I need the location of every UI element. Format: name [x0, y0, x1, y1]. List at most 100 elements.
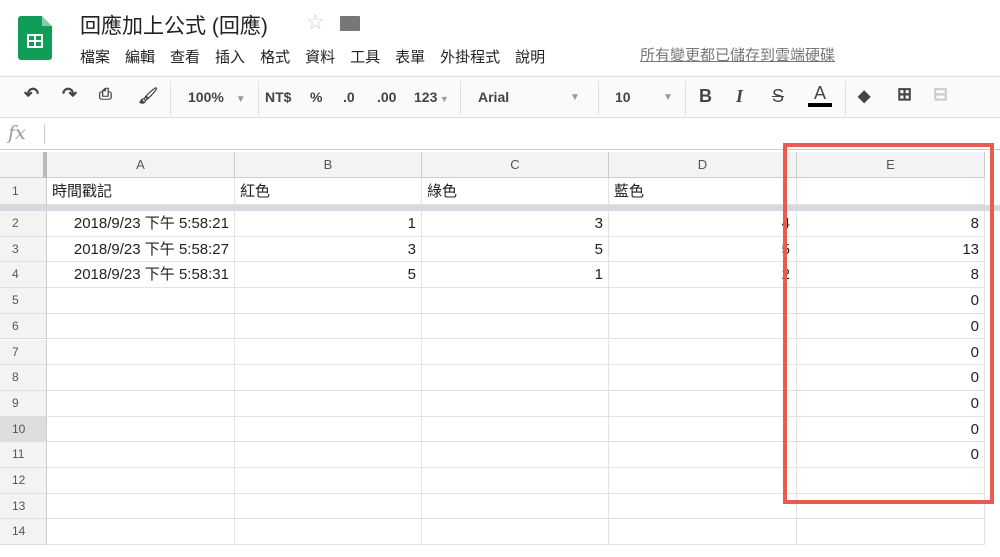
row-header[interactable]: 1	[0, 178, 47, 205]
cell-B5[interactable]	[235, 288, 422, 314]
column-header[interactable]: D	[609, 152, 797, 178]
cell-D7[interactable]	[609, 339, 797, 366]
row-header[interactable]: 3	[0, 236, 47, 263]
star-icon[interactable]: ☆	[306, 10, 325, 35]
menu-item[interactable]: 檔案	[80, 46, 110, 67]
menu-item[interactable]: 格式	[260, 46, 290, 67]
row-header[interactable]: 14	[0, 519, 47, 546]
menu-item[interactable]: 工具	[350, 46, 380, 67]
cell-B14[interactable]	[235, 519, 422, 546]
cell-C2[interactable]: 3	[422, 211, 609, 237]
menu-item[interactable]: 查看	[170, 46, 200, 67]
cell-D11[interactable]	[609, 442, 797, 468]
cell-D13[interactable]	[609, 493, 797, 520]
cell-B10[interactable]	[235, 416, 422, 443]
doc-title[interactable]: 回應加上公式 (回應)	[80, 10, 268, 40]
row-header[interactable]: 13	[0, 493, 47, 520]
cell-B6[interactable]	[235, 313, 422, 340]
menu-item[interactable]: 表單	[395, 46, 425, 67]
cell-C7[interactable]	[422, 339, 609, 366]
cell-C4[interactable]: 1	[422, 262, 609, 289]
redo-icon[interactable]: ↷	[62, 84, 77, 105]
folder-icon[interactable]	[340, 16, 360, 31]
menu-item[interactable]: 外掛程式	[440, 46, 500, 67]
cell-A7[interactable]	[47, 339, 235, 366]
cell-A11[interactable]	[47, 442, 235, 468]
bold-button[interactable]: B	[699, 86, 712, 107]
cell-E14[interactable]	[797, 519, 985, 546]
cell-B2[interactable]: 1	[235, 211, 422, 237]
cell-A6[interactable]	[47, 313, 235, 340]
cell-A5[interactable]	[47, 288, 235, 314]
cell-C5[interactable]	[422, 288, 609, 314]
cell-B1[interactable]: 紅色	[235, 178, 422, 205]
cell-D10[interactable]	[609, 416, 797, 443]
font-size-select[interactable]: 10	[615, 89, 631, 105]
select-all-corner[interactable]	[0, 152, 47, 178]
cell-B12[interactable]	[235, 468, 422, 494]
row-header[interactable]: 4	[0, 262, 47, 289]
cell-D8[interactable]	[609, 365, 797, 391]
cell-D1[interactable]: 藍色	[609, 178, 797, 205]
cell-B3[interactable]: 3	[235, 236, 422, 263]
cell-D6[interactable]	[609, 313, 797, 340]
borders-icon[interactable]: ⊞	[897, 84, 912, 105]
cell-A14[interactable]	[47, 519, 235, 546]
font-dropdown-icon[interactable]: ▼	[570, 92, 580, 103]
row-header[interactable]: 11	[0, 442, 47, 468]
cell-D12[interactable]	[609, 468, 797, 494]
row-header[interactable]: 12	[0, 468, 47, 494]
italic-button[interactable]: I	[736, 86, 743, 107]
cell-B8[interactable]	[235, 365, 422, 391]
merge-cells-icon[interactable]: ⊟	[933, 84, 948, 105]
cell-C10[interactable]	[422, 416, 609, 443]
column-header[interactable]: A	[47, 152, 235, 178]
cell-B7[interactable]	[235, 339, 422, 366]
cell-C11[interactable]	[422, 442, 609, 468]
row-header[interactable]: 2	[0, 211, 47, 237]
cell-D5[interactable]	[609, 288, 797, 314]
fill-color-icon[interactable]: ◆	[858, 86, 870, 106]
cell-A3[interactable]: 2018/9/23 下午 5:58:27	[47, 236, 235, 263]
cell-A4[interactable]: 2018/9/23 下午 5:58:31	[47, 262, 235, 289]
cell-A13[interactable]	[47, 493, 235, 520]
cell-D3[interactable]: 5	[609, 236, 797, 263]
cell-D4[interactable]: 2	[609, 262, 797, 289]
increase-decimal-button[interactable]: .00	[377, 89, 396, 105]
cell-C6[interactable]	[422, 313, 609, 340]
sheets-logo-icon[interactable]	[18, 16, 52, 60]
cell-D14[interactable]	[609, 519, 797, 546]
cell-B11[interactable]	[235, 442, 422, 468]
cell-A8[interactable]	[47, 365, 235, 391]
cell-C9[interactable]	[422, 390, 609, 417]
decrease-decimal-button[interactable]: .0	[343, 89, 355, 105]
paint-format-icon[interactable]: 🖌	[138, 86, 158, 106]
size-dropdown-icon[interactable]: ▼	[663, 92, 673, 103]
column-header[interactable]: C	[422, 152, 609, 178]
percent-button[interactable]: %	[310, 89, 322, 105]
cell-C8[interactable]	[422, 365, 609, 391]
cell-B4[interactable]: 5	[235, 262, 422, 289]
row-header[interactable]: 10	[0, 416, 47, 443]
zoom-select[interactable]: 100% ▼	[188, 89, 246, 105]
cell-B13[interactable]	[235, 493, 422, 520]
cell-C12[interactable]	[422, 468, 609, 494]
cell-C3[interactable]: 5	[422, 236, 609, 263]
cell-A10[interactable]	[47, 416, 235, 443]
cell-A1[interactable]: 時間戳記	[47, 178, 235, 205]
menu-item[interactable]: 插入	[215, 46, 245, 67]
font-select[interactable]: Arial	[478, 89, 509, 105]
column-header[interactable]: B	[235, 152, 422, 178]
strikethrough-button[interactable]: S	[772, 86, 784, 107]
saved-status-link[interactable]: 所有變更都已儲存到雲端硬碟	[640, 44, 835, 65]
cell-D9[interactable]	[609, 390, 797, 417]
row-header[interactable]: 8	[0, 365, 47, 391]
more-formats-button[interactable]: 123 ▼	[414, 89, 449, 105]
cell-C14[interactable]	[422, 519, 609, 546]
menu-item[interactable]: 編輯	[125, 46, 155, 67]
cell-C1[interactable]: 綠色	[422, 178, 609, 205]
row-header[interactable]: 6	[0, 313, 47, 340]
menu-item[interactable]: 說明	[515, 46, 545, 67]
row-header[interactable]: 9	[0, 390, 47, 417]
cell-B9[interactable]	[235, 390, 422, 417]
